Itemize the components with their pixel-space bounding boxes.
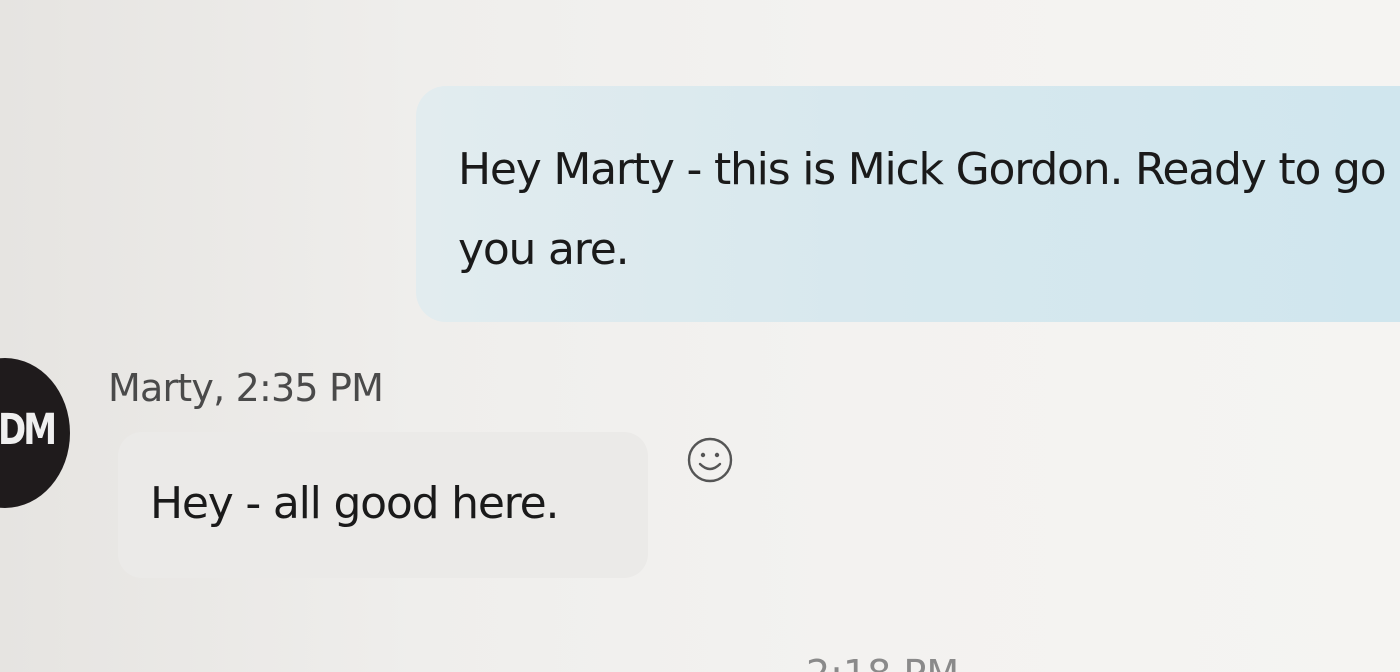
outgoing-message-bubble[interactable]: Hey Marty - this is Mick Gordon. Ready t… [416,86,1400,322]
avatar-logo: DM [0,405,57,455]
incoming-message-text: Hey - all good here. [150,478,559,529]
chat-pane: Hey Marty - this is Mick Gordon. Ready t… [0,0,1400,672]
outgoing-message-text: Hey Marty - this is Mick Gordon. Ready t… [458,144,1400,275]
incoming-message-bubble[interactable]: Hey - all good here. [118,432,648,578]
avatar[interactable]: DM [0,358,70,508]
smiley-face-icon[interactable] [686,436,734,484]
next-message-timestamp: 2:18 PM [806,652,959,672]
sender-name-timestamp: Marty, 2:35 PM [108,366,384,410]
